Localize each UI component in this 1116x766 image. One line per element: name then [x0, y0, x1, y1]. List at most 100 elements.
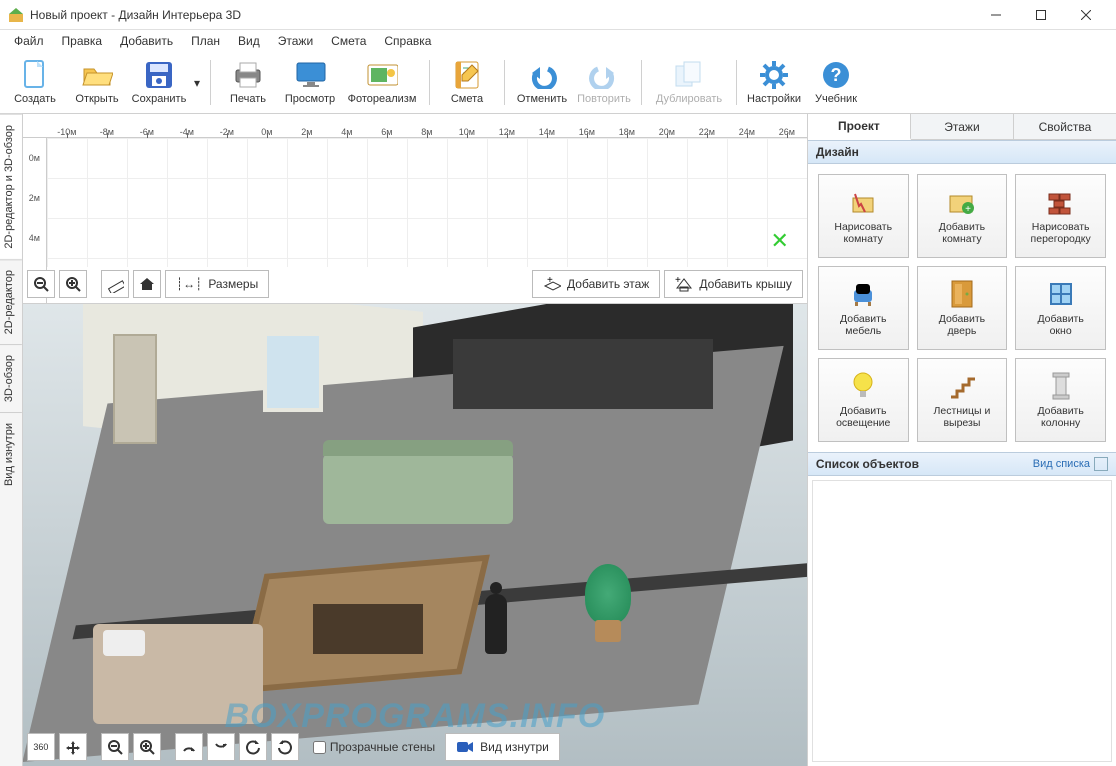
camera-icon — [456, 740, 474, 754]
home-button[interactable] — [133, 270, 161, 298]
window-icon — [1046, 279, 1076, 309]
tool-add-light[interactable]: Добавитьосвещение — [818, 358, 909, 442]
toolbar-manual[interactable]: ?Учебник — [805, 54, 867, 112]
zoom-out-3d-button[interactable] — [101, 733, 129, 761]
toolbar-create[interactable]: Создать — [4, 54, 66, 112]
svg-text:+: + — [965, 204, 971, 215]
toolbar-redo[interactable]: Повторить — [573, 54, 635, 112]
menu-edit[interactable]: Правка — [54, 32, 111, 50]
tool-draw-wall[interactable]: Нарисоватьперегородку — [1015, 174, 1106, 258]
minimize-button[interactable] — [973, 0, 1018, 29]
dimensions-button[interactable]: ┊↔┊Размеры — [165, 270, 269, 298]
tab-floors[interactable]: Этажи — [911, 114, 1014, 139]
door-icon — [947, 279, 977, 309]
orbit-360-button[interactable]: 360 — [27, 733, 55, 761]
left-view-tabs: 2D-редактор и 3D-обзор 2D-редактор 3D-об… — [0, 114, 23, 766]
menu-help[interactable]: Справка — [376, 32, 439, 50]
pan-button[interactable] — [59, 733, 87, 761]
printer-icon — [232, 59, 264, 91]
right-tabs: Проект Этажи Свойства — [808, 114, 1116, 140]
dimensions-icon: ┊↔┊ — [176, 277, 202, 291]
folder-open-icon — [81, 59, 113, 91]
toolbar-duplicate[interactable]: Дублировать — [648, 54, 730, 112]
tool-draw-room[interactable]: Нарисоватькомнату — [818, 174, 909, 258]
menu-add[interactable]: Добавить — [112, 32, 181, 50]
plan-2d: -10м -8м -6м -4м -2м 0м 2м 4м 6м 8м 10м … — [23, 114, 807, 304]
toolbar-preview[interactable]: Просмотр — [279, 54, 341, 112]
zoom-out-button[interactable] — [27, 270, 55, 298]
menu-estimate[interactable]: Смета — [323, 32, 374, 50]
armchair-icon — [848, 279, 878, 309]
tab-properties[interactable]: Свойства — [1014, 114, 1116, 139]
tab-project[interactable]: Проект — [808, 114, 911, 140]
svg-text:?: ? — [831, 65, 842, 85]
toolbar-undo[interactable]: Отменить — [511, 54, 573, 112]
monitor-icon — [294, 59, 326, 91]
tab-inside-view[interactable]: Вид изнутри — [0, 412, 22, 496]
list-view-icon[interactable] — [1094, 457, 1108, 471]
ruler-tool-button[interactable] — [101, 270, 129, 298]
save-icon — [143, 59, 175, 91]
add-floor-button[interactable]: +Добавить этаж — [532, 270, 660, 298]
tab-3d-view[interactable]: 3D-обзор — [0, 344, 22, 412]
object-list[interactable] — [812, 480, 1112, 762]
toolbar-photoreal[interactable]: Фотореализм — [341, 54, 423, 112]
window-title: Новый проект - Дизайн Интерьера 3D — [30, 8, 973, 22]
inside-view-button[interactable]: Вид изнутри — [445, 733, 560, 761]
tool-add-door[interactable]: Добавитьдверь — [917, 266, 1008, 350]
zoom-in-button[interactable] — [59, 270, 87, 298]
object-list-header: Список объектов Вид списка — [808, 452, 1116, 476]
menu-floors[interactable]: Этажи — [270, 32, 321, 50]
tool-add-window[interactable]: Добавитьокно — [1015, 266, 1106, 350]
right-panel: Проект Этажи Свойства Дизайн Нарисоватьк… — [808, 114, 1116, 766]
toolbar-settings[interactable]: Настройки — [743, 54, 805, 112]
menubar: Файл Правка Добавить План Вид Этажи Смет… — [0, 30, 1116, 52]
zoom-in-3d-button[interactable] — [133, 733, 161, 761]
toolbar-open[interactable]: Открыть — [66, 54, 128, 112]
menu-view[interactable]: Вид — [230, 32, 268, 50]
undo-icon — [526, 59, 558, 91]
tilt-up-button[interactable] — [175, 733, 203, 761]
toolbar-save-dropdown[interactable]: ▾ — [190, 54, 204, 112]
duplicate-icon — [673, 59, 705, 91]
toolbar-print[interactable]: Печать — [217, 54, 279, 112]
add-roof-button[interactable]: +Добавить крышу — [664, 270, 803, 298]
center-canvas: -10м -8м -6м -4м -2м 0м 2м 4м 6м 8м 10м … — [23, 114, 808, 766]
toolbar-save[interactable]: Сохранить — [128, 54, 190, 112]
toolbar-estimate[interactable]: Смета — [436, 54, 498, 112]
maximize-button[interactable] — [1018, 0, 1063, 29]
view-3d[interactable]: BOXPROGRAMS.INFO 360 Прозрачные стены Ви… — [23, 304, 807, 766]
design-tool-grid: Нарисоватькомнату +Добавитькомнату Нарис… — [808, 164, 1116, 452]
menu-file[interactable]: Файл — [6, 32, 52, 50]
rotate-right-button[interactable] — [271, 733, 299, 761]
lightbulb-icon — [848, 371, 878, 401]
design-header: Дизайн — [808, 140, 1116, 164]
grid-canvas[interactable]: ✕ — [47, 138, 807, 267]
cursor-cross-icon: ✕ — [770, 228, 788, 254]
new-file-icon — [19, 59, 51, 91]
notebook-icon — [451, 59, 483, 91]
brick-wall-icon — [1046, 187, 1076, 217]
close-button[interactable] — [1063, 0, 1108, 29]
rotate-left-button[interactable] — [239, 733, 267, 761]
transparent-walls-checkbox[interactable]: Прозрачные стены — [313, 740, 435, 754]
watermark-text: BOXPROGRAMS.INFO — [225, 697, 606, 736]
menu-plan[interactable]: План — [183, 32, 228, 50]
tab-2d-editor[interactable]: 2D-редактор — [0, 259, 22, 344]
tool-stairs[interactable]: Лестницы ивырезы — [917, 358, 1008, 442]
main-area: 2D-редактор и 3D-обзор 2D-редактор 3D-об… — [0, 114, 1116, 766]
redo-icon — [588, 59, 620, 91]
tilt-down-button[interactable] — [207, 733, 235, 761]
tool-add-furniture[interactable]: Добавитьмебель — [818, 266, 909, 350]
plan2d-toolbar: ┊↔┊Размеры +Добавить этаж +Добавить крыш… — [27, 269, 803, 299]
list-view-toggle[interactable]: Вид списка — [1033, 458, 1090, 470]
tool-add-room[interactable]: +Добавитькомнату — [917, 174, 1008, 258]
gear-icon — [758, 59, 790, 91]
tab-2d-3d[interactable]: 2D-редактор и 3D-обзор — [0, 114, 22, 259]
photoreal-icon — [366, 59, 398, 91]
tool-add-column[interactable]: Добавитьколонну — [1015, 358, 1106, 442]
add-floor-icon: + — [543, 276, 561, 292]
stairs-icon — [947, 371, 977, 401]
view3d-toolbar: 360 Прозрачные стены Вид изнутри — [27, 732, 803, 762]
chevron-down-icon: ▾ — [194, 76, 200, 90]
